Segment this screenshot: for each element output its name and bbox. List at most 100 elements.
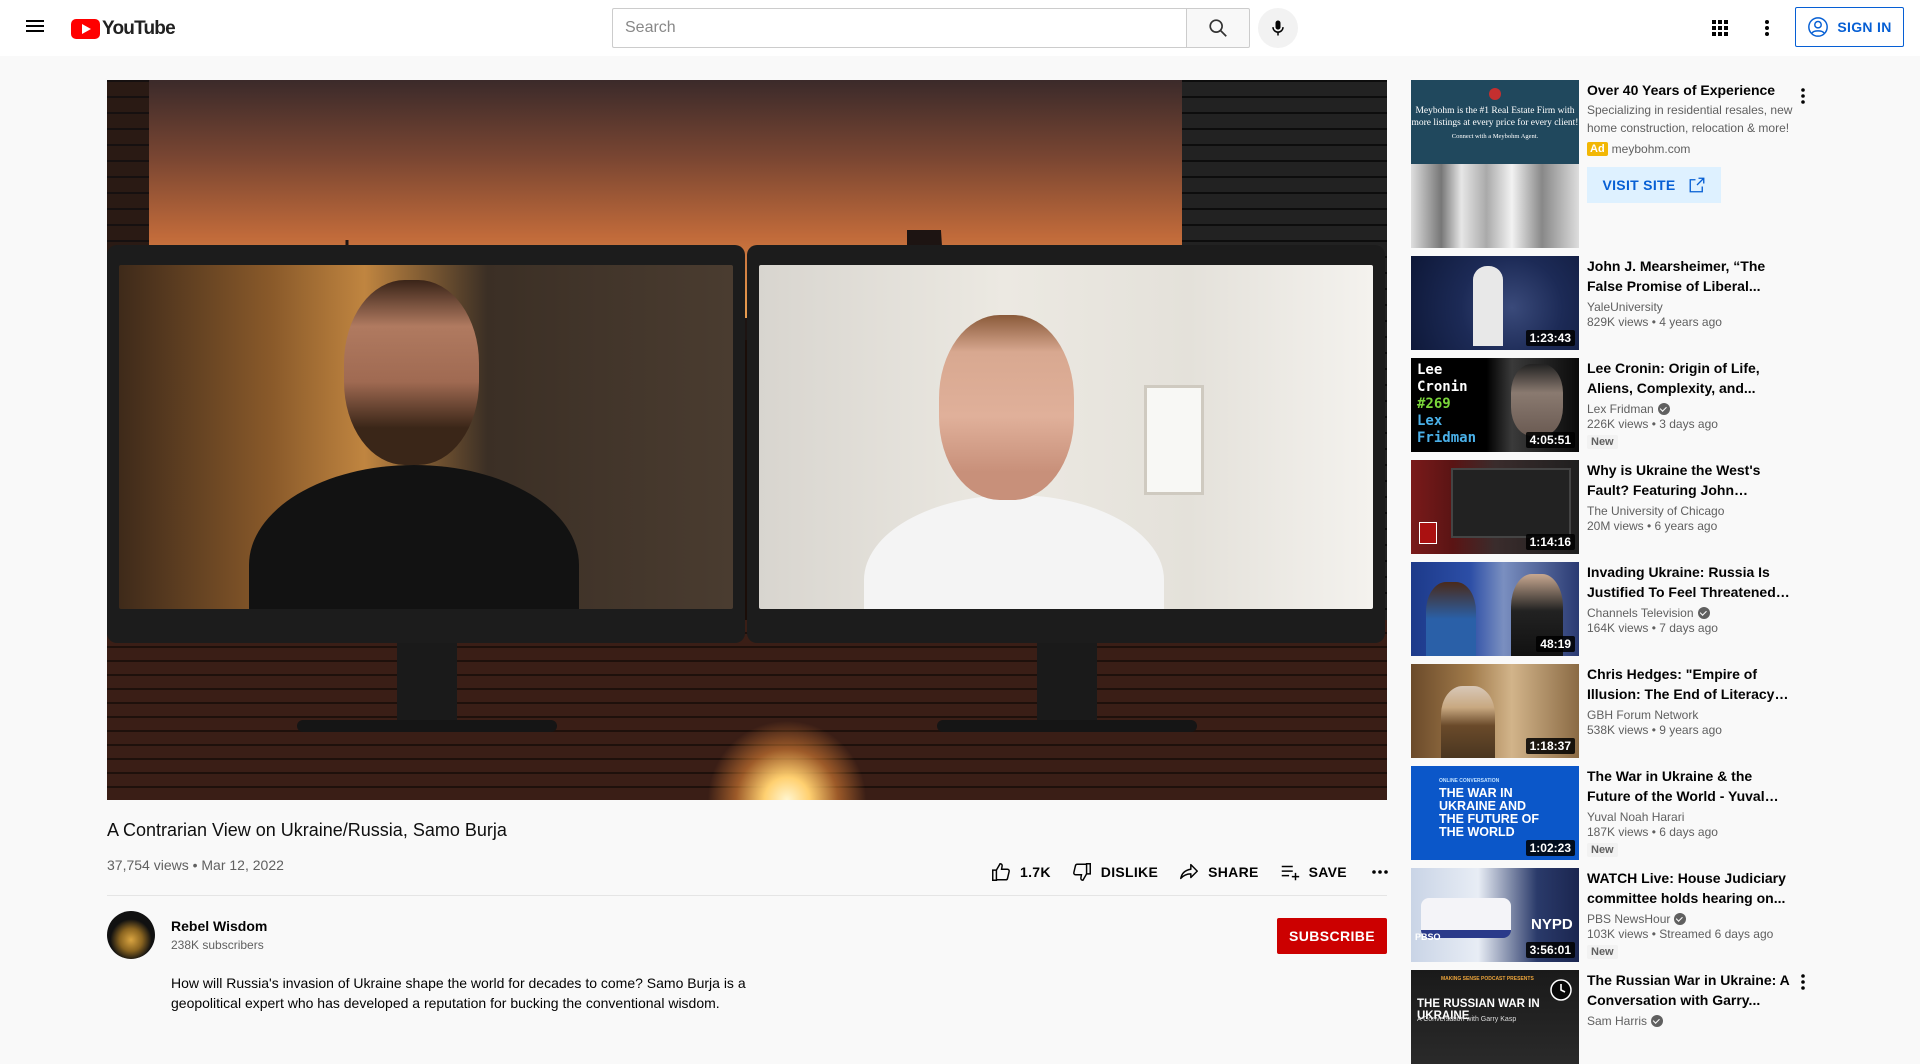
video-meta: 20M views • 6 years ago <box>1587 519 1718 533</box>
voice-search-button[interactable] <box>1258 8 1298 48</box>
info-divider <box>107 895 1387 896</box>
youtube-play-icon <box>71 19 100 39</box>
video-title[interactable]: Chris Hedges: "Empire of Illusion: The E… <box>1587 664 1795 704</box>
video-thumbnail[interactable]: NYPD PBSO 3:56:01 <box>1411 868 1579 962</box>
youtube-logo[interactable]: YouTube <box>71 18 176 40</box>
save-button[interactable]: SAVE <box>1269 854 1357 890</box>
video-channel: Channels Television <box>1587 606 1795 620</box>
video-monitor-left <box>107 245 745 643</box>
video-player[interactable] <box>107 80 1387 800</box>
monitor-base-left <box>297 720 557 732</box>
thumb-nypd-text: NYPD <box>1531 916 1573 933</box>
recommended-video[interactable]: ONLINE CONVERSATION THE WAR IN UKRAINE A… <box>1411 766 1891 860</box>
video-title[interactable]: WATCH Live: House Judiciary committee ho… <box>1587 868 1795 908</box>
channel-name[interactable]: Lex Fridman <box>1587 402 1654 416</box>
ad-thumb-banner: Meybohm is the #1 Real Estate Firm with … <box>1411 80 1579 164</box>
recommended-video[interactable]: 48:19 Invading Ukraine: Russia Is Justif… <box>1411 562 1891 656</box>
video-thumbnail[interactable]: 1:23:43 <box>1411 256 1579 350</box>
video-thumbnail[interactable]: 1:14:16 <box>1411 460 1579 554</box>
video-meta: 187K views • 6 days ago <box>1587 825 1718 839</box>
thumb-text-line: Lee <box>1417 362 1443 378</box>
channel-name[interactable]: Rebel Wisdom <box>171 918 267 934</box>
new-badge: New <box>1587 843 1618 857</box>
video-thumbnail[interactable]: MAKING SENSE PODCAST PRESENTS THE RUSSIA… <box>1411 970 1579 1064</box>
video-thumbnail[interactable]: 48:19 <box>1411 562 1579 656</box>
playlist-add-icon <box>1281 865 1299 881</box>
more-vert-icon <box>1801 974 1805 990</box>
speaker-left-body <box>249 465 579 609</box>
video-info: The Russian War in Ukraine: A Conversati… <box>1587 970 1795 1028</box>
ad-thumb-line: Meybohm is the #1 Real Estate Firm with … <box>1411 106 1579 128</box>
search-button[interactable] <box>1186 8 1250 48</box>
ad-description: Specializing in residential resales, new… <box>1587 103 1793 135</box>
visit-site-button[interactable]: VISIT SITE <box>1587 167 1721 203</box>
new-badge: New <box>1587 435 1618 449</box>
account-circle-icon <box>1808 17 1829 37</box>
recommended-video[interactable]: 1:23:43 John J. Mearsheimer, “The False … <box>1411 256 1891 350</box>
university-shield-icon <box>1419 522 1437 544</box>
video-menu-button[interactable] <box>1791 970 1815 994</box>
monitor-base-right <box>937 720 1197 732</box>
channel-name[interactable]: YaleUniversity <box>1587 300 1663 314</box>
video-thumbnail[interactable]: 1:18:37 <box>1411 664 1579 758</box>
ad-title[interactable]: Over 40 Years of Experience <box>1587 80 1797 100</box>
ad-source: Ad meybohm.com <box>1587 142 1797 156</box>
channel-name[interactable]: The University of Chicago <box>1587 504 1724 518</box>
share-button[interactable]: SHARE <box>1168 854 1269 890</box>
channel-name[interactable]: Channels Television <box>1587 606 1694 620</box>
channel-name[interactable]: GBH Forum Network <box>1587 708 1698 722</box>
video-title[interactable]: Lee Cronin: Origin of Life, Aliens, Comp… <box>1587 358 1795 398</box>
search-input[interactable] <box>612 8 1186 48</box>
subscribe-button[interactable]: SUBSCRIBE <box>1277 918 1387 954</box>
thumb-figure <box>1511 364 1563 436</box>
masthead: YouTube SIGN IN <box>0 0 1920 56</box>
like-button[interactable]: 1.7K <box>980 854 1061 890</box>
video-channel: Lex Fridman <box>1587 402 1795 416</box>
channel-name[interactable]: Sam Harris <box>1587 1014 1647 1028</box>
video-title[interactable]: Invading Ukraine: Russia Is Justified To… <box>1587 562 1795 602</box>
settings-more-button[interactable] <box>1747 8 1787 48</box>
video-info: Why is Ukraine the West's Fault? Featuri… <box>1587 460 1795 533</box>
thumb-text-line: Fridman <box>1417 430 1477 446</box>
more-actions-button[interactable] <box>1357 854 1403 890</box>
video-info: WATCH Live: House Judiciary committee ho… <box>1587 868 1795 960</box>
watch-later-icon[interactable] <box>1549 978 1573 1002</box>
sign-in-button[interactable]: SIGN IN <box>1795 7 1904 47</box>
thumb-text-line: Cronin <box>1417 379 1468 395</box>
video-title[interactable]: The War in Ukraine & the Future of the W… <box>1587 766 1795 806</box>
thumb-subtitle: A Conversation with Garry Kasp <box>1417 1016 1517 1023</box>
thumb-small-text: ONLINE CONVERSATION <box>1439 778 1500 784</box>
video-title[interactable]: John J. Mearsheimer, “The False Promise … <box>1587 256 1795 296</box>
ad-card[interactable]: Meybohm is the #1 Real Estate Firm with … <box>1411 80 1891 248</box>
recommended-video[interactable]: 1:18:37 Chris Hedges: "Empire of Illusio… <box>1411 664 1891 758</box>
video-actions: 1.7K DISLIKE SHARE SAVE <box>980 854 1403 890</box>
dislike-button[interactable]: DISLIKE <box>1061 854 1168 890</box>
search-icon <box>1209 19 1227 37</box>
ad-menu-button[interactable] <box>1791 84 1815 108</box>
channel-avatar[interactable] <box>107 911 155 959</box>
verified-icon <box>1674 913 1687 925</box>
video-duration: 1:02:23 <box>1525 840 1575 856</box>
channel-name[interactable]: PBS NewsHour <box>1587 912 1670 926</box>
thumb-figure <box>1441 686 1495 758</box>
ad-thumbnail[interactable]: Meybohm is the #1 Real Estate Firm with … <box>1411 80 1579 248</box>
video-thumbnail[interactable]: Lee Cronin #269 Lex Fridman 4:05:51 <box>1411 358 1579 452</box>
channel-name[interactable]: Yuval Noah Harari <box>1587 810 1684 824</box>
video-channel: The University of Chicago <box>1587 504 1795 518</box>
video-duration: 1:23:43 <box>1525 330 1575 346</box>
menu-icon[interactable] <box>24 17 46 39</box>
video-title[interactable]: Why is Ukraine the West's Fault? Featuri… <box>1587 460 1795 500</box>
recommended-video[interactable]: MAKING SENSE PODCAST PRESENTS THE RUSSIA… <box>1411 970 1891 1064</box>
recommended-video[interactable]: 1:14:16 Why is Ukraine the West's Fault?… <box>1411 460 1891 554</box>
recommended-video[interactable]: NYPD PBSO 3:56:01 WATCH Live: House Judi… <box>1411 868 1891 962</box>
video-channel: Yuval Noah Harari <box>1587 810 1795 824</box>
video-description: How will Russia's invasion of Ukraine sh… <box>171 975 746 1011</box>
apps-button[interactable] <box>1700 8 1740 48</box>
speaker-right-head <box>939 315 1074 500</box>
open-external-icon <box>1689 177 1704 193</box>
ad-badge: Ad <box>1587 142 1608 156</box>
recommended-video[interactable]: Lee Cronin #269 Lex Fridman 4:05:51 Lee … <box>1411 358 1891 452</box>
video-title[interactable]: The Russian War in Ukraine: A Conversati… <box>1587 970 1795 1010</box>
video-thumbnail[interactable]: ONLINE CONVERSATION THE WAR IN UKRAINE A… <box>1411 766 1579 860</box>
video-feed-right <box>759 265 1373 609</box>
